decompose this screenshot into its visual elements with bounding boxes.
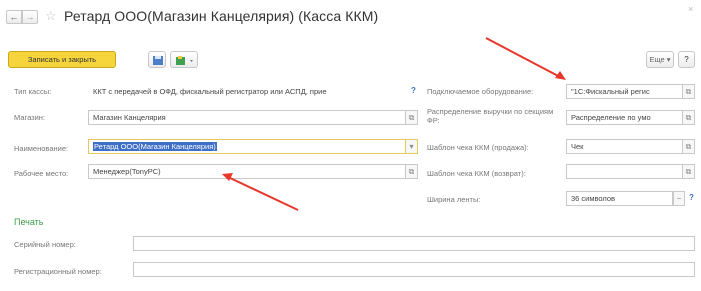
name-label: Наименование: (14, 144, 69, 153)
cash-type-label: Тип кассы: (14, 87, 52, 96)
store-open-icon[interactable]: ⧉ (406, 110, 418, 125)
more-label: Еще (649, 55, 665, 64)
report-dropdown-button[interactable] (170, 51, 198, 68)
receipt-sale-template-label: Шаблон чека ККМ (продажа): (427, 143, 529, 152)
receipt-return-template-label: Шаблон чека ККМ (возврат): (427, 169, 526, 178)
chevron-down-icon: ▾ (666, 55, 671, 64)
revenue-distribution-field[interactable]: Распределение по умо (566, 110, 683, 125)
help-icon[interactable]: ? (411, 86, 416, 95)
save-icon-button[interactable] (148, 51, 166, 68)
help-button[interactable]: ? (678, 51, 695, 68)
floppy-icon (153, 56, 163, 65)
name-dropdown-icon[interactable]: ▾ (406, 139, 418, 154)
name-field[interactable]: Ретард ООО(Магазин Канцелярия) (88, 139, 406, 154)
star-icon[interactable]: ☆ (45, 8, 57, 24)
chart-icon (176, 56, 193, 65)
window-title: Ретард ООО(Магазин Канцелярия) (Касса КК… (64, 8, 379, 24)
revenue-distribution-open-icon[interactable]: ⧉ (683, 110, 695, 125)
registration-number-field[interactable] (133, 262, 695, 277)
equipment-label: Подключаемое оборудование: (427, 87, 534, 96)
registration-number-label: Регистрационный номер: (14, 267, 102, 276)
serial-number-label: Серийный номер: (14, 240, 76, 249)
forward-button[interactable]: → (22, 10, 38, 24)
store-label: Магазин: (14, 113, 46, 122)
tape-width-label: Ширина ленты: (427, 195, 481, 204)
save-close-button[interactable]: Записать и закрыть (8, 51, 116, 68)
receipt-sale-template-open-icon[interactable]: ⧉ (683, 139, 695, 154)
receipt-sale-template-field[interactable]: Чек (566, 139, 683, 154)
equipment-open-icon[interactable]: ⧉ (683, 84, 695, 99)
tape-width-spin-icon[interactable]: − (673, 191, 685, 206)
revenue-distribution-label: Распределение выручки по секциям ФР: (427, 107, 554, 125)
receipt-return-template-open-icon[interactable]: ⧉ (683, 164, 695, 179)
store-field[interactable]: Магазин Канцелярия (88, 110, 406, 125)
print-section-header[interactable]: Печать (14, 217, 43, 227)
close-icon[interactable]: × (688, 4, 693, 14)
tape-width-select[interactable]: 36 символов (566, 191, 673, 206)
more-button[interactable]: Еще ▾ (646, 51, 674, 68)
name-selected-text: Ретард ООО(Магазин Канцелярия) (93, 142, 217, 151)
workplace-field[interactable]: Менеджер(TonyPC) (88, 164, 406, 179)
cash-type-field[interactable]: ККТ с передачей в ОФД, фискальный регист… (88, 84, 406, 99)
workplace-label: Рабочее место: (14, 169, 69, 178)
serial-number-field[interactable] (133, 236, 695, 251)
equipment-field[interactable]: "1С:Фискальный регис (566, 84, 683, 99)
tape-width-help-icon[interactable]: ? (689, 193, 694, 202)
back-button[interactable]: ← (6, 10, 22, 24)
workplace-open-icon[interactable]: ⧉ (406, 164, 418, 179)
receipt-return-template-field[interactable] (566, 164, 683, 179)
